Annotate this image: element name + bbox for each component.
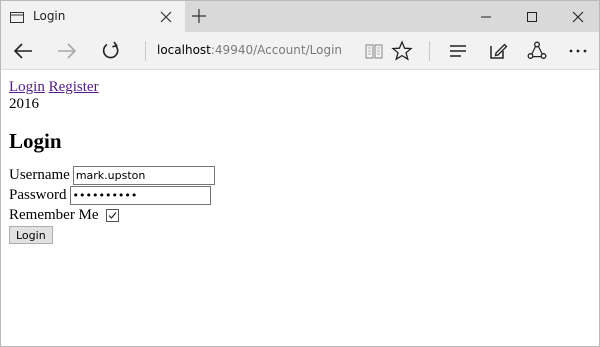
close-tab-icon[interactable] (160, 10, 172, 23)
hub-icon[interactable] (447, 40, 469, 62)
forward-arrow-icon[interactable] (56, 40, 78, 62)
tab-login[interactable]: Login (1, 1, 185, 32)
share-icon[interactable] (526, 40, 548, 62)
minimize-button[interactable] (463, 1, 509, 32)
browser-window: Login localhost:49940/Account/Login Logi… (0, 0, 600, 347)
page-content: Login Register 2016 Login Username Passw… (9, 79, 593, 244)
back-arrow-icon[interactable] (12, 40, 34, 62)
register-link[interactable]: Register (49, 79, 99, 95)
navigation-bar: localhost:49940/Account/Login (1, 32, 599, 70)
address-divider (145, 41, 146, 61)
page-icon (10, 10, 24, 23)
toolbar-divider (429, 41, 430, 61)
tab-title: Login (33, 9, 66, 23)
remember-row: Remember Me (9, 205, 593, 225)
address-path: :49940/Account/Login (210, 43, 343, 57)
password-label: Password (9, 186, 67, 203)
top-nav-links: Login Register (9, 79, 593, 96)
favorite-star-icon[interactable] (391, 40, 413, 62)
address-host: localhost (157, 43, 211, 57)
login-button[interactable]: Login (9, 226, 53, 244)
login-link[interactable]: Login (9, 79, 45, 95)
more-options-icon[interactable] (567, 40, 589, 62)
username-label: Username (9, 166, 70, 183)
username-input[interactable] (72, 165, 215, 185)
web-note-icon[interactable] (487, 40, 509, 62)
address-bar[interactable]: localhost:49940/Account/Login (157, 43, 342, 57)
maximize-button[interactable] (509, 1, 555, 32)
footer-year: 2016 (9, 96, 39, 112)
remember-label: Remember Me (9, 206, 99, 223)
close-window-button[interactable] (555, 1, 600, 32)
username-row: Username (9, 165, 593, 185)
tab-strip: Login (1, 1, 599, 32)
login-form: Username Password Remember Me Login (9, 165, 593, 244)
page-title: Login (9, 129, 62, 153)
reading-view-icon[interactable] (363, 40, 385, 62)
new-tab-icon[interactable] (192, 9, 206, 23)
password-input[interactable] (69, 185, 211, 205)
password-row: Password (9, 185, 593, 205)
checkmark-icon (108, 211, 117, 219)
refresh-icon[interactable] (100, 40, 122, 62)
remember-me-checkbox[interactable] (105, 208, 119, 222)
